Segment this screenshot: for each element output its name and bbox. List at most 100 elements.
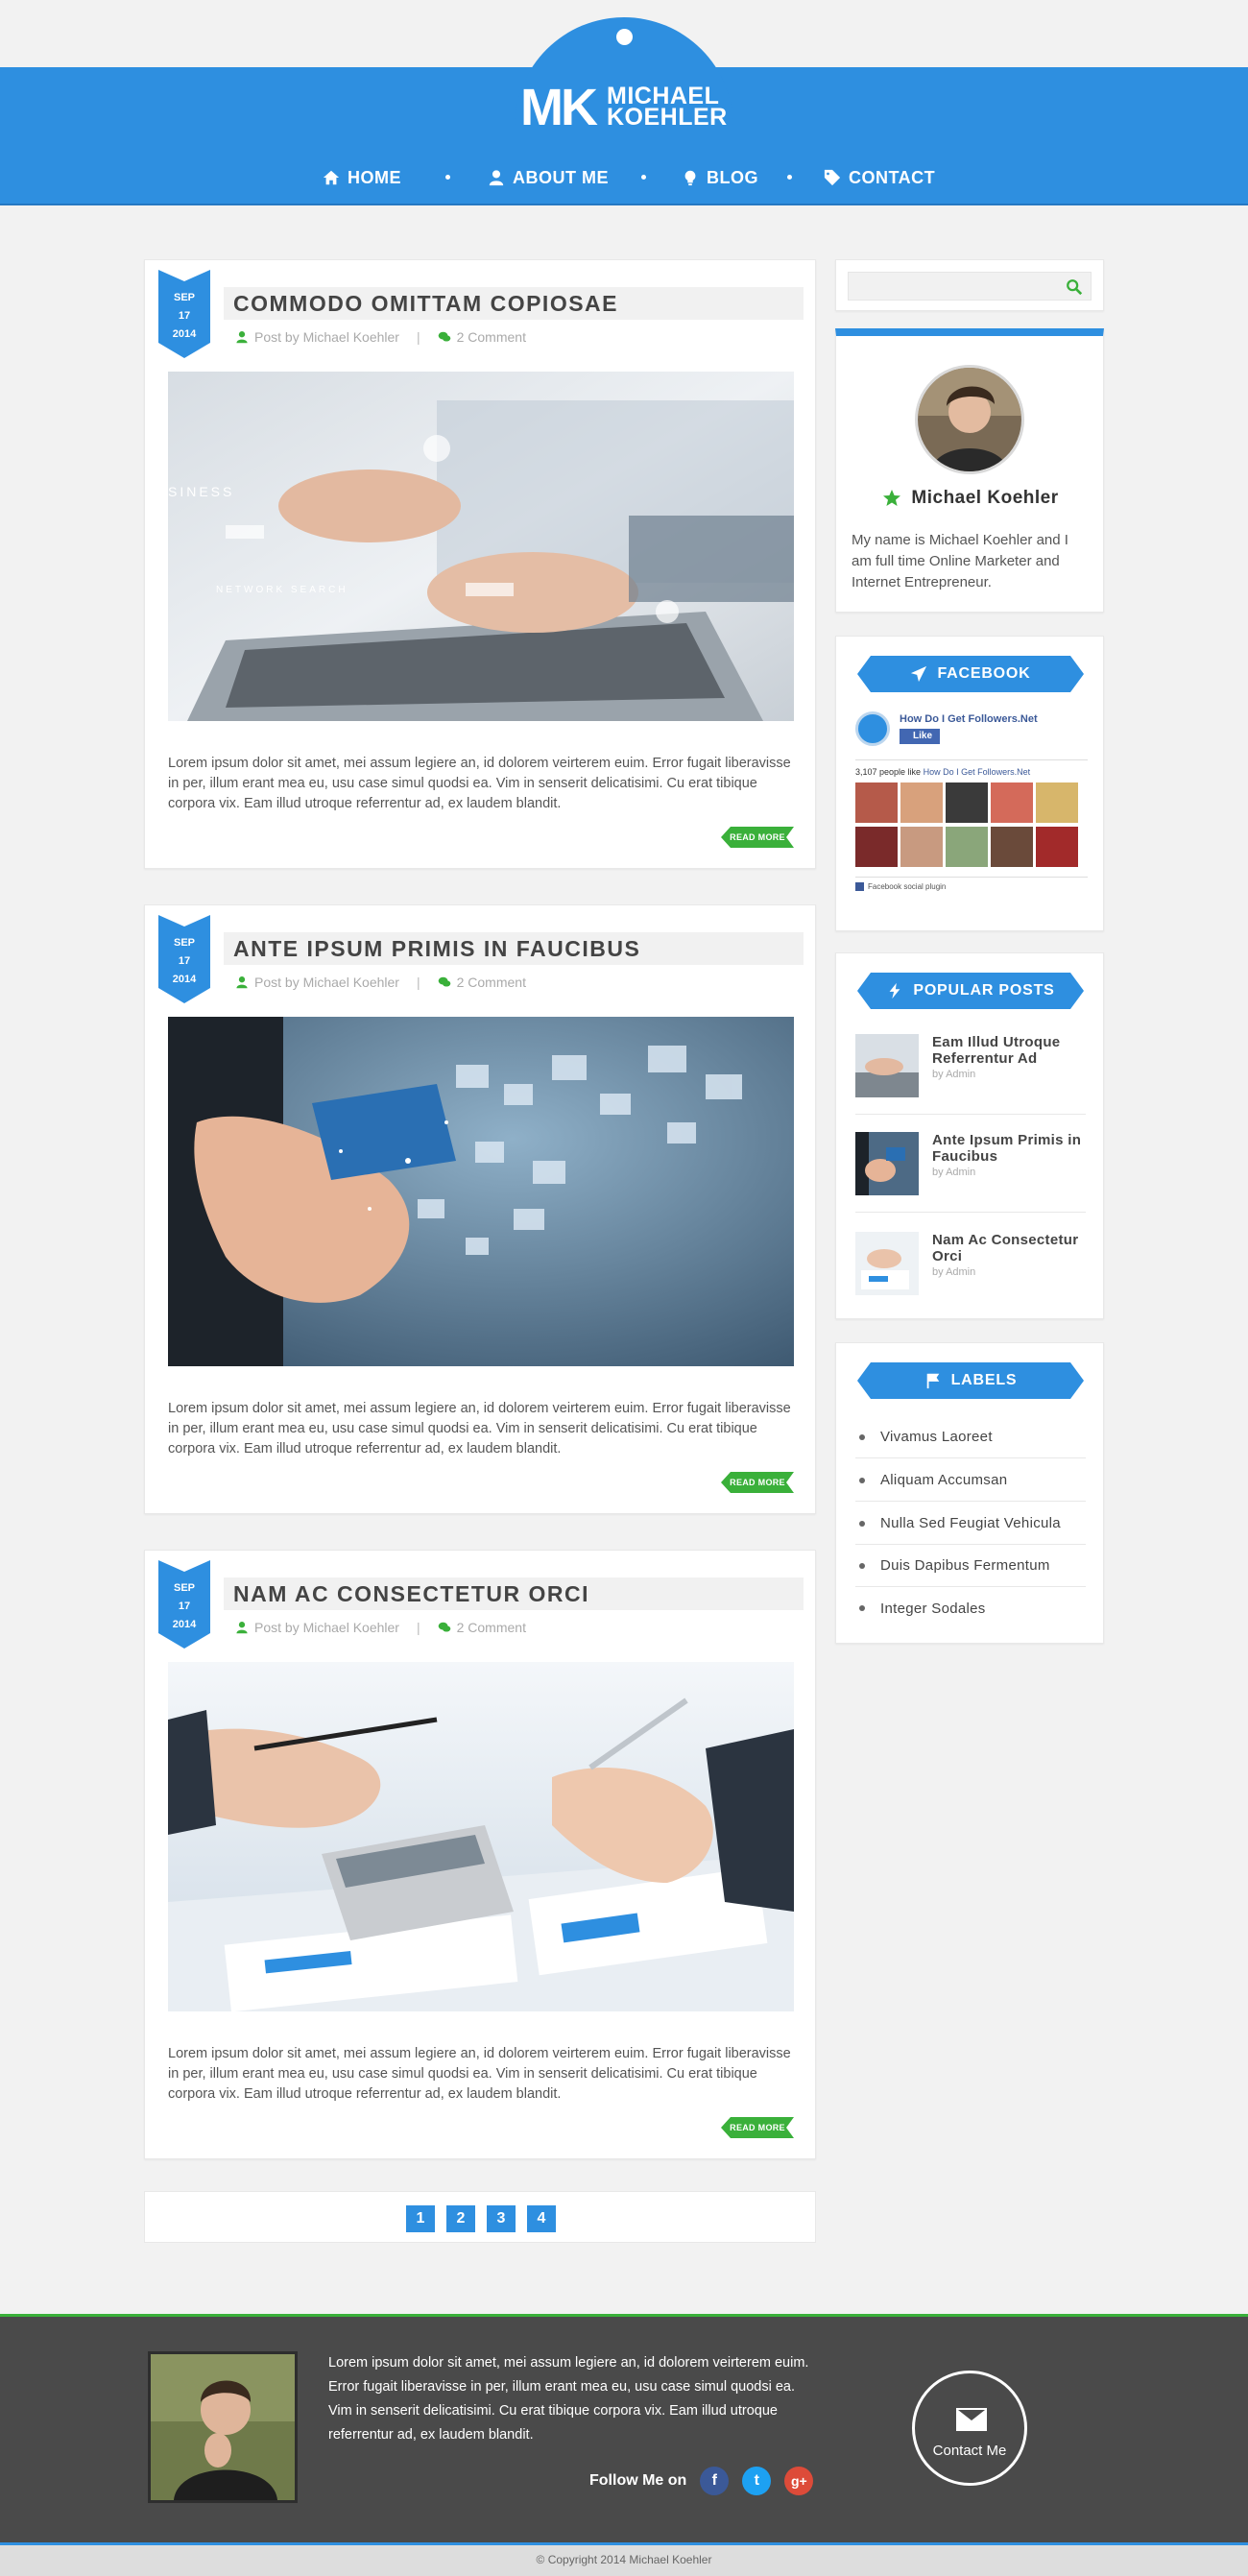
date-year: 2014 [172, 1619, 197, 1630]
facebook-icon [855, 882, 864, 891]
widget-heading-text: LABELS [950, 1372, 1018, 1388]
nav-separator [445, 175, 450, 180]
nav-item-contact[interactable]: CONTACT [824, 163, 935, 192]
popular-post-thumbnail[interactable] [855, 1132, 919, 1195]
fan-avatar[interactable] [946, 827, 988, 867]
nav-item-about[interactable]: ABOUT ME [488, 163, 609, 192]
fan-avatar[interactable] [1036, 827, 1078, 867]
popular-post-item[interactable]: Nam Ac Consectetur Orci by Admin [855, 1232, 1086, 1312]
logo-monogram: MK [520, 79, 598, 136]
read-more-button[interactable]: READ MORE [721, 1472, 794, 1493]
home-icon [323, 170, 340, 185]
nav-item-home[interactable]: HOME [323, 163, 401, 192]
fb-people-link[interactable]: How Do I Get Followers.Net [924, 767, 1031, 777]
post-meta: Post by Michael Koehler | 2 Comment [235, 1620, 526, 1635]
fan-avatar[interactable] [855, 827, 898, 867]
nav-separator [641, 175, 646, 180]
fan-avatar[interactable] [900, 782, 943, 823]
search-input[interactable] [849, 273, 1050, 300]
facebook-like-box: How Do I Get Followers.Net Like 3,107 pe… [855, 711, 1088, 913]
post-author[interactable]: Post by Michael Koehler [254, 975, 399, 990]
page-button-4[interactable]: 4 [527, 2205, 556, 2232]
popular-post-thumbnail[interactable] [855, 1034, 919, 1097]
profile-widget: Michael Koehler My name is Michael Koehl… [835, 328, 1104, 613]
post-comments[interactable]: 2 Comment [457, 975, 526, 990]
label-item[interactable]: Aliquam Accumsan [855, 1459, 1086, 1502]
pagination: 1 2 3 4 [144, 2191, 816, 2243]
page-button-2[interactable]: 2 [446, 2205, 475, 2232]
fb-like-button[interactable]: Like [900, 729, 940, 744]
label-text: Nulla Sed Feugiat Vehicula [880, 1515, 1061, 1531]
blog-post: SEP 17 2014 COMMODO OMITTAM COPIOSAE Pos… [144, 259, 816, 869]
post-author[interactable]: Post by Michael Koehler [254, 329, 399, 345]
label-item[interactable]: Nulla Sed Feugiat Vehicula [855, 1503, 1086, 1545]
user-icon [236, 331, 248, 344]
google-plus-icon[interactable]: g+ [784, 2467, 814, 2495]
post-comments[interactable]: 2 Comment [457, 329, 526, 345]
comments-icon [438, 976, 450, 987]
fb-like-label: Like [913, 731, 933, 741]
popular-post-author: by Admin [932, 1266, 976, 1278]
date-month: SEP [173, 937, 195, 949]
fan-avatar[interactable] [991, 827, 1033, 867]
page-button-1[interactable]: 1 [406, 2205, 435, 2232]
social-follow: Follow Me on f t g+ [589, 2467, 814, 2495]
search-widget [835, 259, 1104, 311]
laptop-typing-photo[interactable]: SINESS NETWORK SEARCH [168, 372, 794, 721]
fan-avatar[interactable] [946, 782, 988, 823]
floating-screens-hand-photo[interactable] [168, 1017, 794, 1366]
fan-avatar[interactable] [1036, 782, 1078, 823]
flag-icon [924, 1372, 942, 1389]
blog-post: SEP 17 2014 NAM AC CONSECTETUR ORCI Post… [144, 1550, 816, 2159]
fan-avatar[interactable] [855, 782, 898, 823]
search-icon[interactable] [1066, 278, 1083, 296]
popular-post-title[interactable]: Nam Ac Consectetur Orci [932, 1232, 1086, 1264]
label-item[interactable]: Duis Dapibus Fermentum [855, 1545, 1086, 1587]
label-item[interactable]: Vivamus Laoreet [855, 1416, 1086, 1458]
main-nav: HOME ABOUT ME BLOG CONTACT [0, 163, 1248, 192]
widget-heading: POPULAR POSTS [857, 973, 1084, 1009]
label-text: Aliquam Accumsan [880, 1472, 1008, 1488]
facebook-icon[interactable]: f [700, 2467, 730, 2495]
popular-post-thumbnail[interactable] [855, 1232, 919, 1295]
search-box [848, 272, 1092, 301]
page-button-3[interactable]: 3 [487, 2205, 516, 2232]
post-comments[interactable]: 2 Comment [457, 1620, 526, 1635]
comments-icon [438, 331, 450, 342]
send-icon [910, 665, 927, 683]
star-icon [883, 490, 901, 506]
twitter-icon[interactable]: t [742, 2467, 772, 2495]
bullet [859, 1520, 865, 1527]
date-day: 17 [178, 955, 191, 967]
post-title[interactable]: NAM AC CONSECTETUR ORCI [233, 1577, 589, 1610]
contact-me-button[interactable]: Contact Me [912, 2371, 1027, 2486]
post-title-bar: ANTE IPSUM PRIMIS IN FAUCIBUS [224, 932, 804, 965]
calculator-documents-photo[interactable] [168, 1662, 794, 2011]
labels-widget: LABELS Vivamus Laoreet Aliquam Accumsan … [835, 1342, 1104, 1644]
post-title-bar: NAM AC CONSECTETUR ORCI [224, 1577, 804, 1610]
follow-label: Follow Me on [589, 2472, 687, 2489]
post-meta: Post by Michael Koehler | 2 Comment [235, 329, 526, 345]
envelope-icon [956, 2408, 987, 2431]
nav-item-blog[interactable]: BLOG [682, 163, 758, 192]
post-title[interactable]: ANTE IPSUM PRIMIS IN FAUCIBUS [233, 932, 640, 965]
fb-page-name[interactable]: How Do I Get Followers.Net [900, 713, 1038, 725]
post-title[interactable]: COMMODO OMITTAM COPIOSAE [233, 287, 618, 320]
popular-post-title[interactable]: Ante Ipsum Primis in Faucibus [932, 1132, 1086, 1165]
label-item[interactable]: Integer Sodales [855, 1587, 1086, 1629]
popular-post-item[interactable]: Ante Ipsum Primis in Faucibus by Admin [855, 1132, 1086, 1213]
site-logo[interactable]: MK MICHAEL KOEHLER [518, 81, 739, 134]
read-more-button[interactable]: READ MORE [721, 2117, 794, 2138]
fan-avatar[interactable] [991, 782, 1033, 823]
logo-dot [616, 29, 633, 45]
post-excerpt: Lorem ipsum dolor sit amet, mei assum le… [168, 2046, 791, 2102]
fan-avatar[interactable] [900, 827, 943, 867]
avatar [915, 365, 1024, 474]
post-author[interactable]: Post by Michael Koehler [254, 1620, 399, 1635]
popular-post-title[interactable]: Eam Illud Utroque Referrentur Ad [932, 1034, 1086, 1067]
fb-plugin-label[interactable]: Facebook social plugin [868, 882, 946, 891]
date-ribbon: SEP 17 2014 [158, 270, 210, 358]
popular-post-author: by Admin [932, 1069, 976, 1080]
read-more-button[interactable]: READ MORE [721, 827, 794, 848]
popular-post-item[interactable]: Eam Illud Utroque Referrentur Ad by Admi… [855, 1034, 1086, 1115]
